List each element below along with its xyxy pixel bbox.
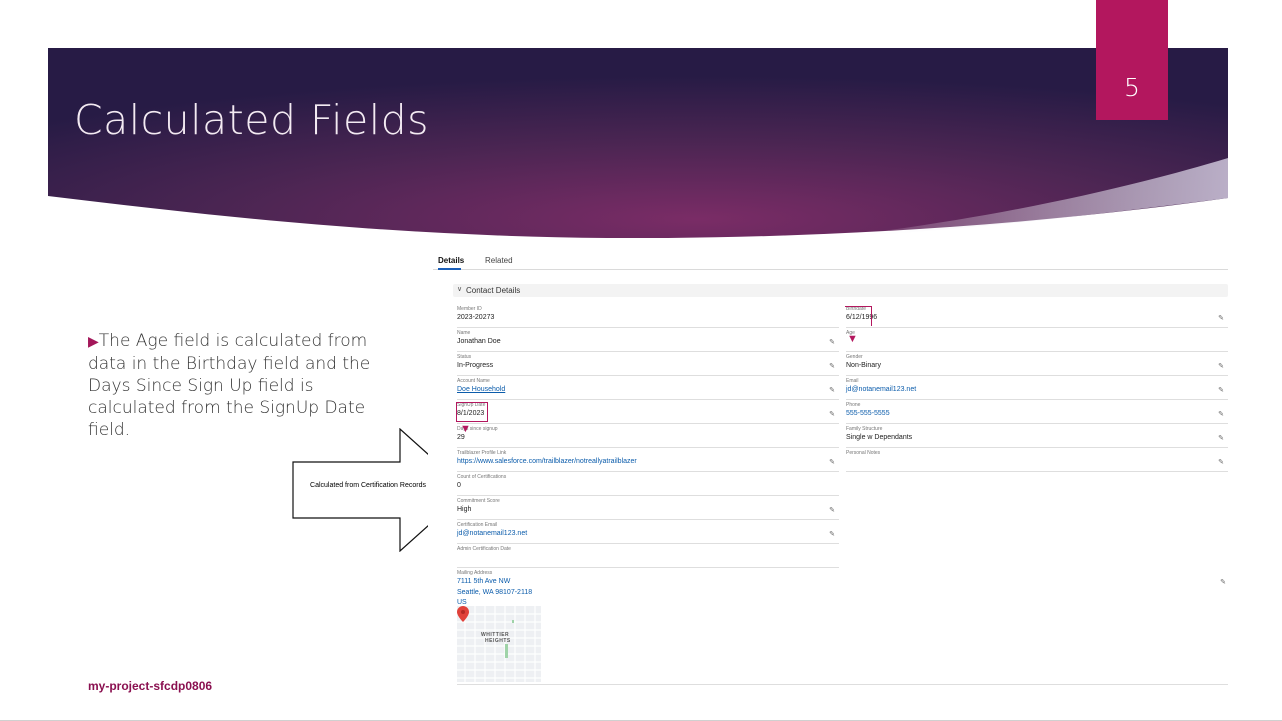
map-label-line-2: HEIGHTS — [485, 638, 511, 644]
field-signup-date: SignUp Date 8/1/2023 ✎ — [456, 400, 839, 424]
pencil-icon[interactable]: ✎ — [829, 362, 835, 370]
record-tabs: Details Related — [433, 252, 1228, 270]
pencil-icon[interactable]: ✎ — [829, 506, 835, 514]
pencil-icon[interactable]: ✎ — [1218, 410, 1224, 418]
field-days-since-signup: Days since signup 29 ▼ — [457, 424, 839, 448]
field-admin-certification-date: Admin Certification Date — [457, 544, 839, 568]
bullet-text: The Age field is calculated from data in… — [88, 331, 371, 440]
field-label: Member ID — [457, 306, 482, 312]
mailing-address-label: Mailing Address — [457, 570, 493, 576]
mailing-line-3[interactable]: US — [457, 599, 467, 606]
field-age: Age ▼ — [846, 328, 1228, 352]
field-label: Trailblazer Profile Link — [457, 450, 507, 456]
field-value: 2023-20273 — [457, 314, 495, 321]
field-name: Name Jonathan Doe ✎ — [457, 328, 839, 352]
record-screenshot: Details Related ∨ Contact Details Member… — [428, 252, 1230, 688]
slide-number: 5 — [1124, 73, 1140, 102]
divider — [457, 684, 1228, 685]
field-commitment-score: Commitment Score High ✎ — [457, 496, 839, 520]
chevron-down-icon: ∨ — [457, 286, 463, 293]
field-family-structure: Family Structure Single w Dependants ✎ — [846, 424, 1228, 448]
mailing-line-2[interactable]: Seattle, WA 98107-2118 — [457, 589, 532, 596]
pencil-icon[interactable]: ✎ — [829, 458, 835, 466]
field-birthdate: Birthdate 6/12/1996 ✎ — [845, 304, 1228, 328]
account-link[interactable]: Doe Household — [457, 386, 505, 393]
mailing-line-1[interactable]: 7111 5th Ave NW — [457, 578, 510, 585]
field-gender: Gender Non-Binary ✎ — [846, 352, 1228, 376]
pencil-icon[interactable]: ✎ — [1220, 578, 1226, 586]
field-value: Jonathan Doe — [457, 338, 501, 345]
field-label: Gender — [846, 354, 863, 360]
field-label: Personal Notes — [846, 450, 881, 456]
field-label: Email — [846, 378, 859, 384]
field-value: Single w Dependants — [846, 434, 913, 441]
field-label: Commitment Score — [457, 498, 500, 504]
field-label: Name — [457, 330, 471, 336]
pencil-icon[interactable]: ✎ — [829, 530, 835, 538]
pencil-icon[interactable]: ✎ — [1218, 362, 1224, 370]
field-value: High — [457, 506, 472, 513]
project-footer: my-project-sfcdp0806 — [88, 679, 213, 693]
field-label: Family Structure — [846, 426, 883, 432]
down-arrow-icon: ▼ — [847, 333, 858, 345]
pencil-icon[interactable]: ✎ — [829, 338, 835, 346]
highlight-box — [456, 402, 488, 422]
map-neighborhood-label: WHITTIER HEIGHTS — [481, 632, 511, 644]
tab-related[interactable]: Related — [485, 256, 513, 265]
pencil-icon[interactable]: ✎ — [829, 410, 835, 418]
field-label: Phone — [846, 402, 861, 408]
field-trailblazer-link: Trailblazer Profile Link https://www.sal… — [457, 448, 839, 472]
field-value: 0 — [457, 482, 461, 489]
section-label: Contact Details — [466, 286, 521, 295]
slide-title: Calculated Fields — [74, 96, 430, 144]
contact-details-section[interactable]: ∨ Contact Details — [453, 284, 1228, 297]
active-tab-indicator — [438, 268, 461, 270]
map-pin-icon[interactable] — [457, 606, 469, 622]
certification-email-link[interactable]: jd@notanemail123.net — [457, 530, 527, 537]
field-phone: Phone 555-555-5555 ✎ — [846, 400, 1228, 424]
field-value: Non-Binary — [846, 362, 882, 369]
field-label: Count of Certifications — [457, 474, 507, 480]
field-account-name: Account Name Doe Household ✎ — [457, 376, 839, 400]
trailblazer-link[interactable]: https://www.salesforce.com/trailblazer/n… — [457, 458, 637, 465]
pencil-icon[interactable]: ✎ — [829, 386, 835, 394]
map-streets — [457, 606, 541, 682]
field-label: Account Name — [457, 378, 490, 384]
field-status: Status In-Progress ✎ — [457, 352, 839, 376]
pencil-icon[interactable]: ✎ — [1218, 314, 1224, 322]
pencil-icon[interactable]: ✎ — [1218, 458, 1224, 466]
down-arrow-icon: ▼ — [460, 423, 471, 435]
field-value: 29 — [457, 434, 465, 441]
address-map[interactable]: WHITTIER HEIGHTS — [457, 606, 541, 682]
tab-details[interactable]: Details — [438, 256, 464, 265]
slide-number-badge: 5 — [1096, 0, 1168, 120]
pencil-icon[interactable]: ✎ — [1218, 434, 1224, 442]
field-member-id: Member ID 2023-20273 — [457, 304, 839, 328]
field-email: Email jd@notanemail123.net ✎ — [846, 376, 1228, 400]
field-value: In-Progress — [457, 362, 494, 369]
field-label: Certification Email — [457, 522, 498, 528]
field-label: Status — [457, 354, 472, 360]
bullet-point: ▶The Age field is calculated from data i… — [88, 330, 398, 441]
field-count-of-certifications: Count of Certifications 0 — [457, 472, 839, 496]
email-link[interactable]: jd@notanemail123.net — [846, 386, 916, 393]
phone-link[interactable]: 555-555-5555 — [846, 410, 890, 417]
callout-label: Calculated from Certification Records — [310, 482, 426, 489]
pencil-icon[interactable]: ✎ — [1218, 386, 1224, 394]
bullet-triangle-icon: ▶ — [88, 334, 99, 350]
highlight-box — [845, 306, 872, 326]
field-certification-email: Certification Email jd@notanemail123.net… — [457, 520, 839, 544]
field-personal-notes: Personal Notes ✎ — [846, 448, 1228, 472]
field-label: Admin Certification Date — [457, 546, 511, 552]
slide: Calculated Fields 5 ▶The Age field is ca… — [0, 0, 1282, 721]
